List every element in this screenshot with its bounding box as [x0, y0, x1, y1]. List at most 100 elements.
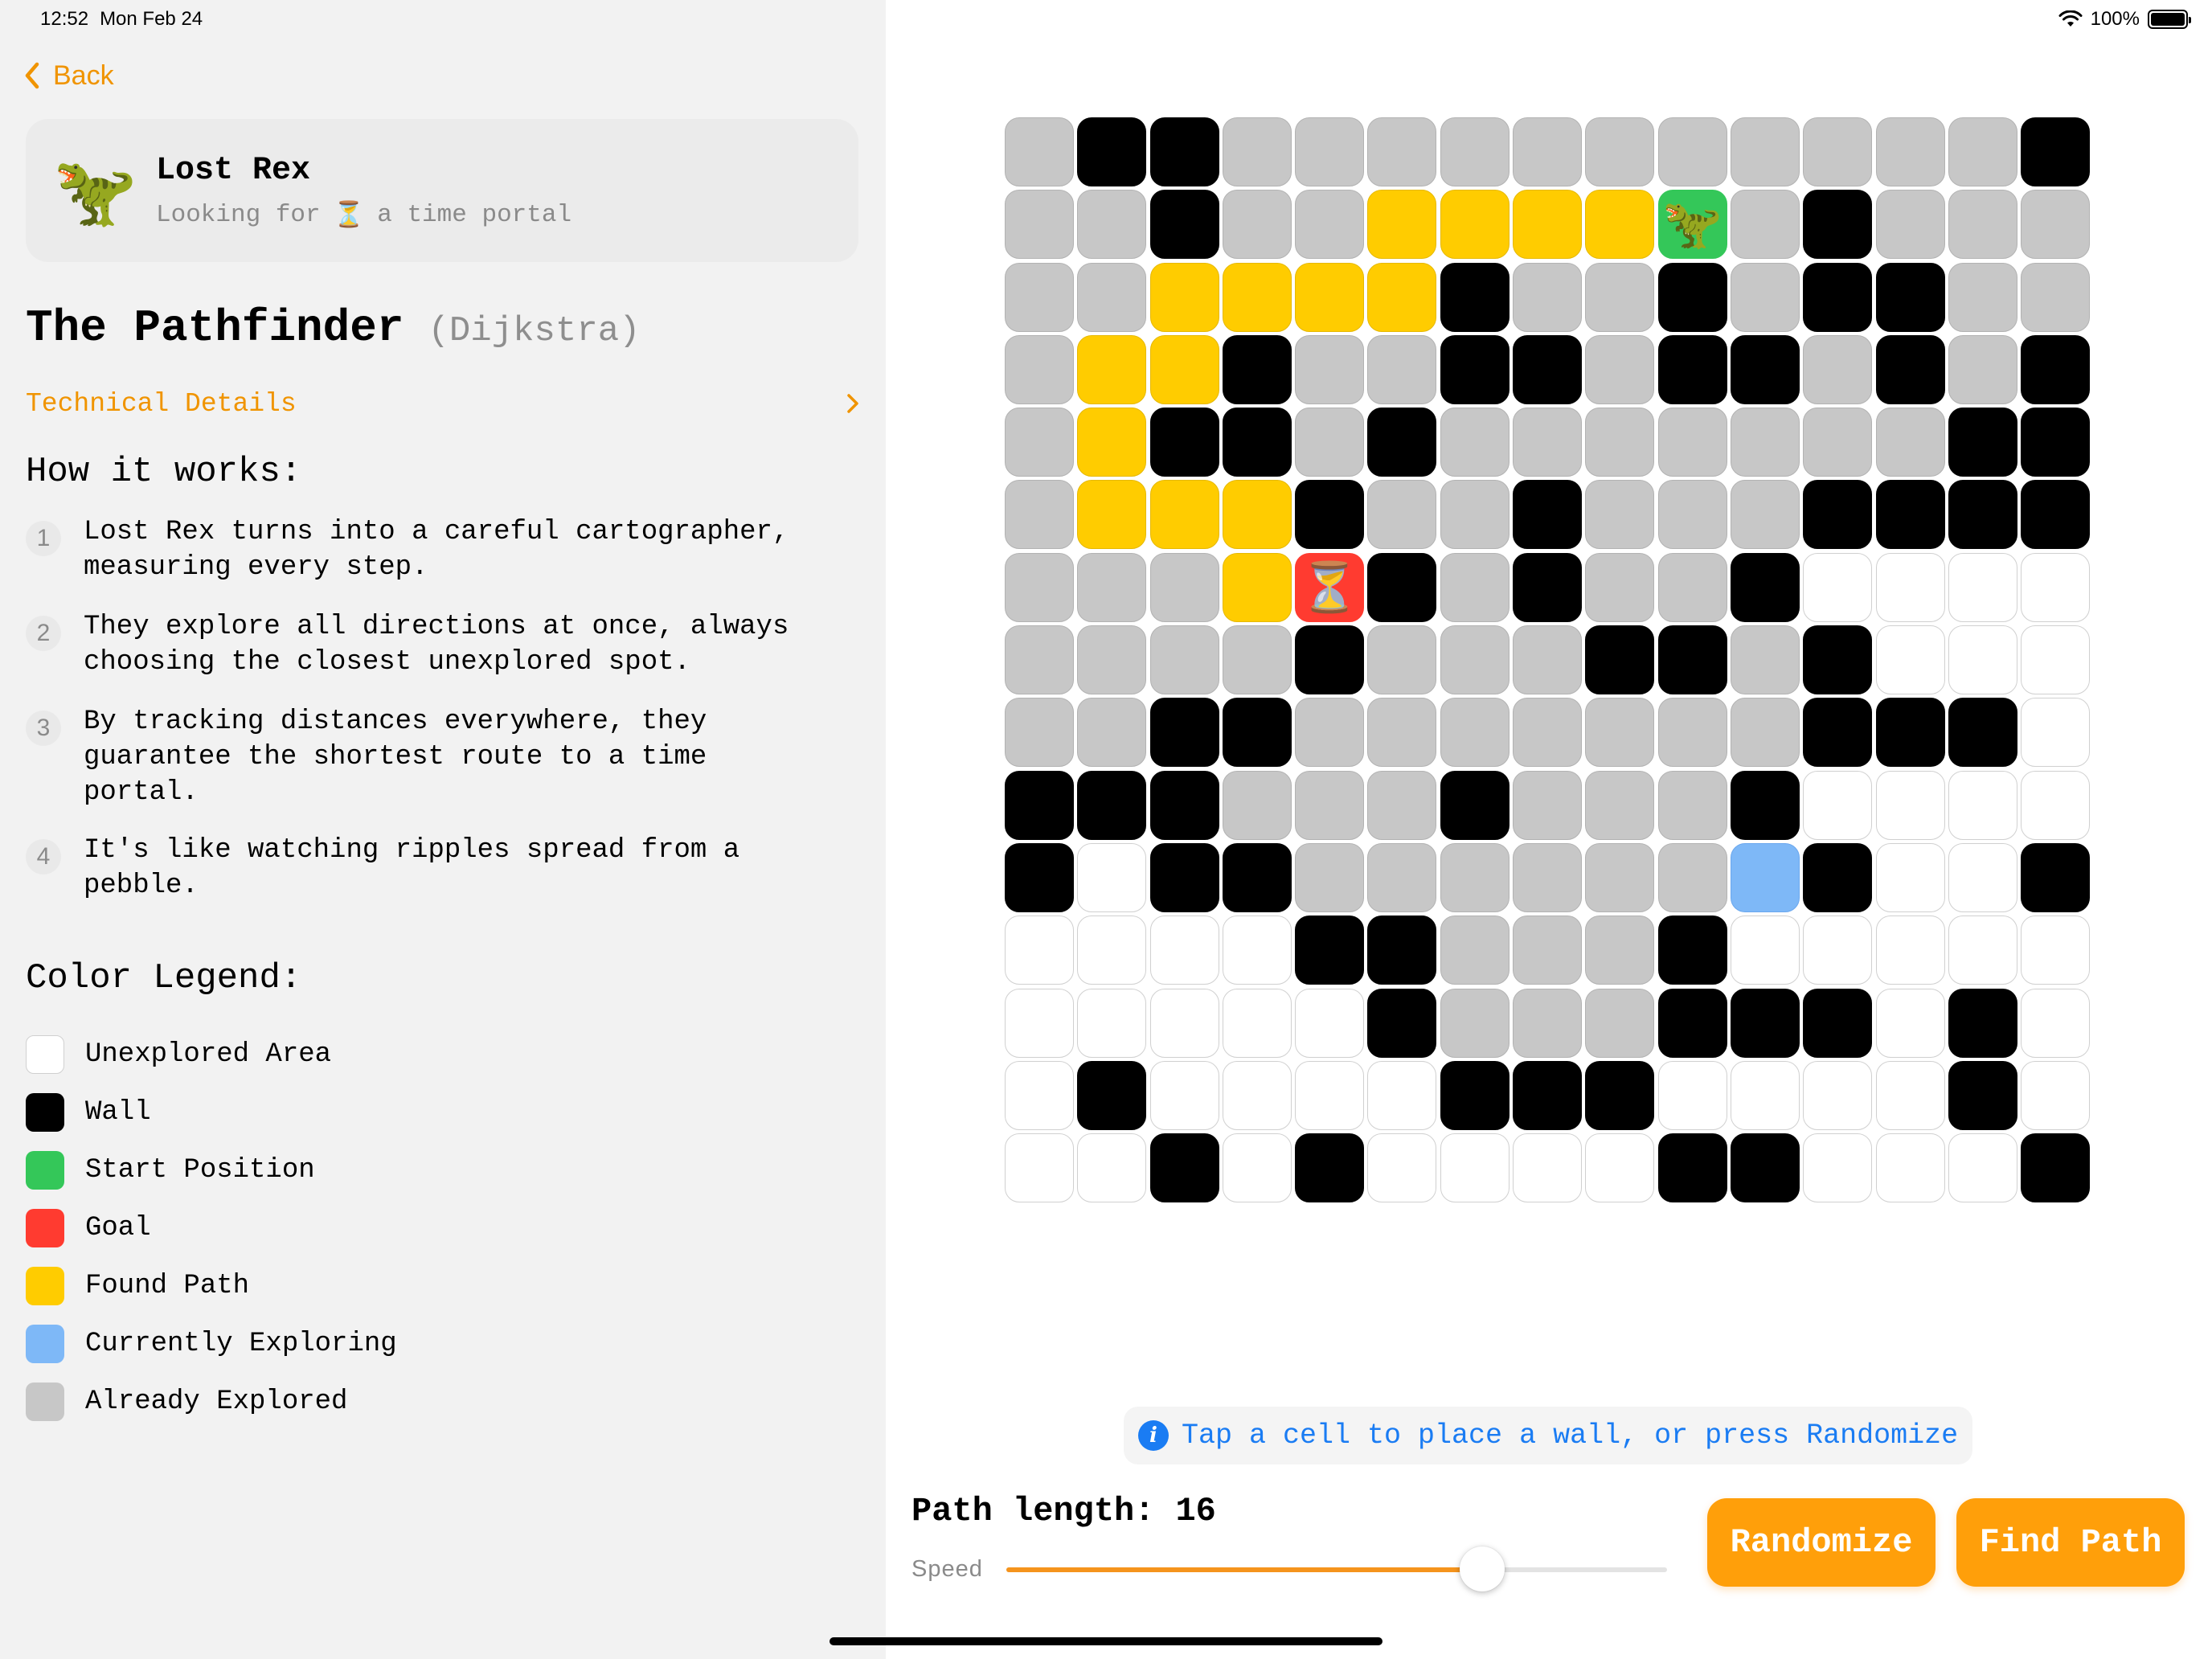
grid-cell-explored[interactable] [1005, 262, 1074, 332]
grid-cell-explored[interactable] [1077, 190, 1147, 260]
grid-cell-explored[interactable] [1077, 262, 1147, 332]
grid-cell-wall[interactable] [1948, 988, 2017, 1058]
grid-cell-unexplored[interactable] [2021, 698, 2091, 768]
grid-cell-unexplored[interactable] [1585, 1133, 1655, 1203]
grid-cell-wall[interactable] [2021, 117, 2091, 186]
grid-cell-explored[interactable] [1513, 770, 1583, 840]
grid-cell-explored[interactable] [1440, 842, 1509, 912]
grid-cell-wall[interactable] [1295, 625, 1365, 695]
grid-cell-wall[interactable] [1077, 770, 1147, 840]
grid-cell-wall[interactable] [2021, 334, 2091, 404]
grid-cell-path[interactable] [1222, 552, 1292, 622]
back-button[interactable]: Back [21, 59, 114, 92]
grid-cell-explored[interactable] [1585, 698, 1655, 768]
grid-cell-explored[interactable] [1730, 480, 1800, 550]
grid-cell-explored[interactable] [1295, 334, 1365, 404]
grid-cell-explored[interactable] [1440, 408, 1509, 477]
grid-cell-explored[interactable] [1513, 842, 1583, 912]
grid-cell-explored[interactable] [1440, 916, 1509, 985]
grid-cell-explored[interactable] [1005, 698, 1074, 768]
grid-cell-explored[interactable] [1513, 408, 1583, 477]
grid-cell-unexplored[interactable] [1875, 1133, 1945, 1203]
grid-cell-explored[interactable] [1005, 334, 1074, 404]
grid-cell-wall[interactable] [2021, 842, 2091, 912]
grid-cell-explored[interactable] [1585, 262, 1655, 332]
grid-cell-unexplored[interactable] [1803, 770, 1873, 840]
grid-cell-wall[interactable] [1803, 842, 1873, 912]
grid-cell-wall[interactable] [1875, 698, 1945, 768]
grid-cell-explored[interactable] [1077, 698, 1147, 768]
grid-cell-unexplored[interactable] [1222, 1133, 1292, 1203]
grid-cell-explored[interactable] [1730, 698, 1800, 768]
grid-cell-explored[interactable] [1657, 698, 1727, 768]
grid-cell-wall[interactable] [1585, 1060, 1655, 1130]
grid-cell-explored[interactable] [1657, 842, 1727, 912]
grid-cell-explored[interactable] [1367, 117, 1437, 186]
grid-cell-wall[interactable] [1005, 770, 1074, 840]
grid-cell-unexplored[interactable] [2021, 916, 2091, 985]
grid-cell-unexplored[interactable] [1005, 1133, 1074, 1203]
grid-cell-wall[interactable] [1513, 334, 1583, 404]
grid-cell-goal[interactable]: ⏳ [1295, 552, 1365, 622]
grid-cell-unexplored[interactable] [1730, 1060, 1800, 1130]
grid-cell-unexplored[interactable] [1005, 1060, 1074, 1130]
grid-cell-wall[interactable] [1513, 552, 1583, 622]
grid-cell-wall[interactable] [1367, 916, 1437, 985]
grid-cell-unexplored[interactable] [1875, 988, 1945, 1058]
grid-cell-explored[interactable] [1077, 625, 1147, 695]
grid-cell-unexplored[interactable] [1222, 916, 1292, 985]
grid-cell-explored[interactable] [1948, 262, 2017, 332]
grid-cell-unexplored[interactable] [1005, 916, 1074, 985]
grid-cell-explored[interactable] [1585, 988, 1655, 1058]
grid-cell-path[interactable] [1295, 262, 1365, 332]
grid-cell-explored[interactable] [1295, 698, 1365, 768]
grid-cell-wall[interactable] [1803, 625, 1873, 695]
grid-cell-wall[interactable] [1875, 480, 1945, 550]
grid-cell-explored[interactable] [1440, 988, 1509, 1058]
grid-cell-wall[interactable] [1149, 190, 1219, 260]
grid-cell-explored[interactable] [1005, 552, 1074, 622]
grid-cell-unexplored[interactable] [1657, 1060, 1727, 1130]
grid-cell-wall[interactable] [1875, 334, 1945, 404]
grid-cell-unexplored[interactable] [1803, 552, 1873, 622]
grid-cell-explored[interactable] [1513, 625, 1583, 695]
grid-cell-explored[interactable] [1657, 480, 1727, 550]
grid-cell-explored[interactable] [1005, 625, 1074, 695]
grid-cell-wall[interactable] [1149, 842, 1219, 912]
grid-cell-wall[interactable] [1730, 1133, 1800, 1203]
grid-cell-wall[interactable] [1657, 916, 1727, 985]
grid-cell-path[interactable] [1222, 480, 1292, 550]
grid-cell-unexplored[interactable] [1077, 988, 1147, 1058]
grid-cell-path[interactable] [1513, 190, 1583, 260]
grid-cell-explored[interactable] [1730, 408, 1800, 477]
grid-cell-explored[interactable] [1585, 842, 1655, 912]
grid-cell-unexplored[interactable] [1948, 1133, 2017, 1203]
grid-cell-wall[interactable] [1730, 552, 1800, 622]
grid-cell-wall[interactable] [1948, 480, 2017, 550]
grid-cell-wall[interactable] [1513, 480, 1583, 550]
grid-cell-wall[interactable] [1657, 625, 1727, 695]
grid-cell-wall[interactable] [1803, 190, 1873, 260]
grid-cell-wall[interactable] [2021, 480, 2091, 550]
grid-cell-unexplored[interactable] [1149, 1060, 1219, 1130]
grid-cell-unexplored[interactable] [1440, 1133, 1509, 1203]
grid-cell-explored[interactable] [2021, 262, 2091, 332]
grid-cell-explored[interactable] [1005, 408, 1074, 477]
grid-cell-explored[interactable] [1367, 698, 1437, 768]
grid-cell-explored[interactable] [1222, 190, 1292, 260]
grid-cell-path[interactable] [1077, 334, 1147, 404]
grid-cell-unexplored[interactable] [1875, 552, 1945, 622]
grid-cell-explored[interactable] [1585, 117, 1655, 186]
grid-cell-explored[interactable] [2021, 190, 2091, 260]
grid-cell-explored[interactable] [1657, 770, 1727, 840]
grid-cell-wall[interactable] [1149, 117, 1219, 186]
grid-cell-unexplored[interactable] [1149, 916, 1219, 985]
grid-cell-path[interactable] [1149, 480, 1219, 550]
grid-cell-wall[interactable] [1657, 334, 1727, 404]
grid-cell-unexplored[interactable] [1875, 1060, 1945, 1130]
grid-cell-wall[interactable] [1803, 698, 1873, 768]
grid-cell-wall[interactable] [1367, 552, 1437, 622]
grid-cell-explored[interactable] [1875, 190, 1945, 260]
grid-cell-wall[interactable] [1875, 262, 1945, 332]
grid-cell-wall[interactable] [1657, 988, 1727, 1058]
